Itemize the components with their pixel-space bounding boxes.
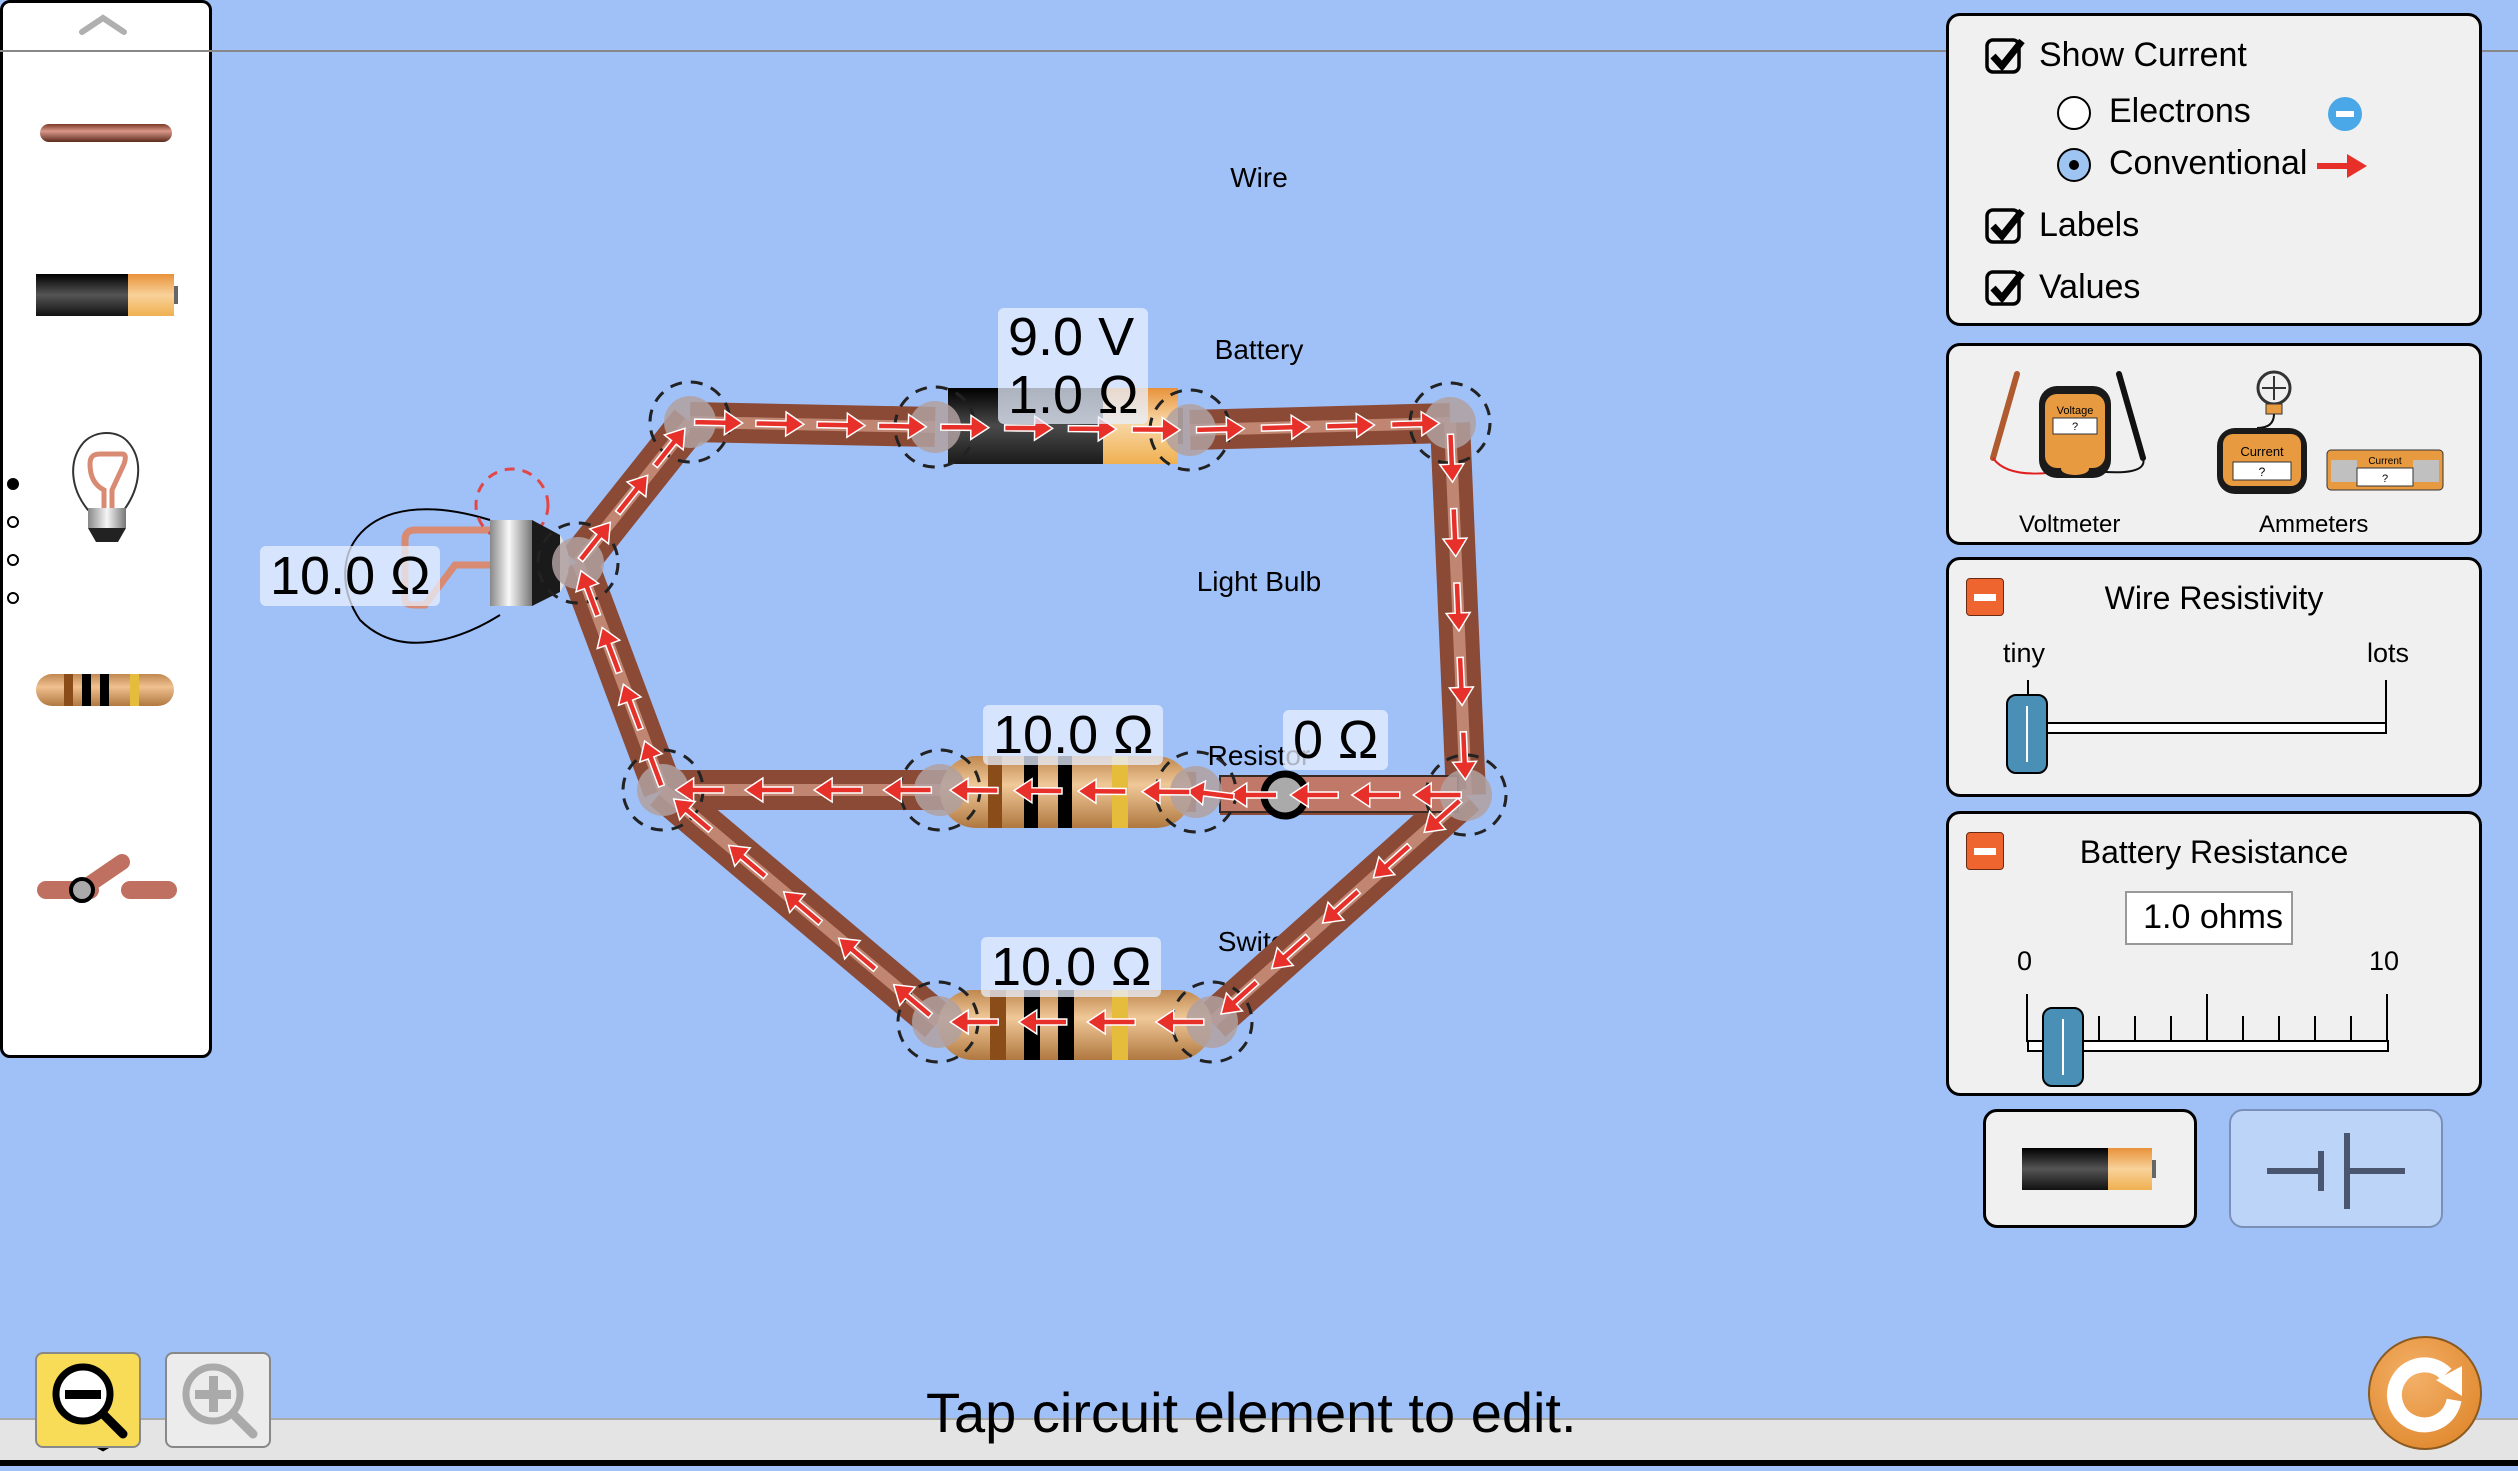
ammeter-series-value: ? <box>2382 473 2388 485</box>
battery-resistance-panel: Battery Resistance 1.0 ohms 0 10 <box>1946 811 2482 1096</box>
bottom-edge-bar <box>0 1460 2518 1466</box>
light-bulb-resistance-label: 10.0 Ω <box>260 546 441 606</box>
checkbox-checked-icon <box>1985 270 2025 306</box>
ammeter-probe-title: Current <box>2240 444 2284 459</box>
battery-resistance-min-label: 0 <box>2017 946 2033 976</box>
electrons-label: Electrons <box>2109 92 2251 130</box>
reset-button[interactable] <box>2366 1334 2484 1452</box>
wire-resistivity-title: Wire Resistivity <box>2104 580 2324 616</box>
zoom-in-button[interactable] <box>165 1352 271 1448</box>
resistor-middle-resistance-label: 10.0 Ω <box>983 705 1164 765</box>
battery-resistance-title: Battery Resistance <box>2079 834 2349 870</box>
battery-schematic-icon <box>2267 1133 2405 1209</box>
ammeter-series-title: Current <box>2368 456 2402 467</box>
voltmeter-icon: Voltage ? <box>1990 371 2146 478</box>
schematic-view-button[interactable] <box>2229 1109 2443 1228</box>
zoom-in-icon <box>182 1363 258 1439</box>
checkbox-checked-icon <box>1985 38 2025 74</box>
slider-tick-max <box>2385 680 2387 734</box>
wire-resistivity-slider-track[interactable] <box>2027 722 2387 734</box>
battery-resistance-label: 1.0 Ω <box>1008 365 1139 425</box>
battery-resistance-value-field: 1.0 ohms <box>2125 891 2293 945</box>
slider-tick <box>2134 1016 2136 1042</box>
show-current-label: Show Current <box>2039 36 2247 74</box>
resistor-bottom-resistance-label: 10.0 Ω <box>981 937 1162 997</box>
battery-resistance-max-label: 10 <box>2369 946 2400 976</box>
zoom-out-icon <box>52 1363 128 1439</box>
voltmeter-display-title: Voltage <box>2057 405 2094 417</box>
slider-tick <box>2026 994 2028 1042</box>
slider-tick <box>2098 1016 2100 1042</box>
slider-tick <box>2242 1016 2244 1042</box>
checkbox-checked-icon <box>1985 208 2025 244</box>
display-options-panel: Show Current Electrons Conventional Labe… <box>1946 13 2482 326</box>
slider-tick <box>2314 1016 2316 1042</box>
ammeter-probe-value: ? <box>2259 465 2266 479</box>
electron-icon <box>2328 97 2362 131</box>
radio-button-selected <box>2057 148 2091 182</box>
switch-resistance-label: 0 Ω <box>1283 710 1389 770</box>
battery-resistance-slider-thumb[interactable] <box>2042 1007 2084 1087</box>
battery-value-label: 9.0 V 1.0 Ω <box>998 307 1149 425</box>
ammeter-icon: Current ? Current ? <box>2217 370 2444 494</box>
slider-tick <box>2278 1016 2280 1042</box>
slider-tick <box>2206 994 2208 1042</box>
slider-tick <box>2386 994 2388 1042</box>
slider-tick <box>2350 1016 2352 1042</box>
wire-resistivity-slider-thumb[interactable] <box>2006 694 2048 774</box>
lifelike-view-button[interactable] <box>1983 1109 2197 1228</box>
wire-resistivity-max-label: lots <box>2367 638 2410 668</box>
red-arrow-icon <box>2317 154 2367 178</box>
battery-voltage-label: 9.0 V <box>1008 307 1135 367</box>
voltmeter-label: Voltmeter <box>2019 511 2121 538</box>
voltmeter-display-value: ? <box>2072 421 2078 433</box>
zoom-out-button[interactable] <box>35 1352 141 1448</box>
radio-button <box>2057 96 2091 130</box>
wire-resistivity-min-label: tiny <box>2003 638 2046 668</box>
status-message: Tap circuit element to edit. <box>926 1381 1577 1444</box>
voltmeter-tool[interactable]: Voltage ? Voltmeter <box>1979 366 2179 546</box>
battery-lifelike-icon <box>2022 1148 2156 1190</box>
slider-tick <box>2170 1016 2172 1042</box>
conventional-label: Conventional <box>2109 144 2308 182</box>
ammeters-tool[interactable]: Current ? Current ? Ammeters <box>2199 366 2469 546</box>
wire-resistivity-panel: Wire Resistivity tiny lots <box>1946 557 2482 797</box>
labels-label: Labels <box>2039 206 2140 244</box>
values-label: Values <box>2039 268 2141 306</box>
meters-panel: Voltage ? Voltmeter Current ? Current ? … <box>1946 343 2482 545</box>
ammeters-label: Ammeters <box>2259 511 2369 538</box>
